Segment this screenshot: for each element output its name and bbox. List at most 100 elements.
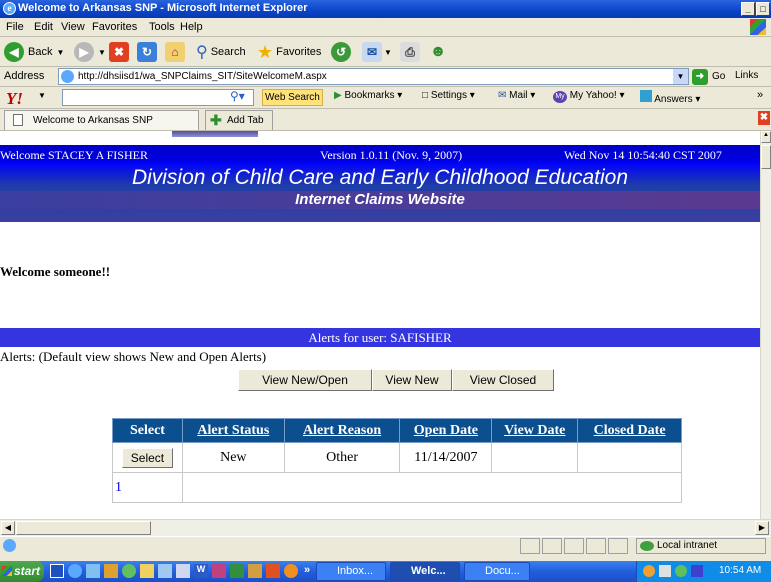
menu-favorites[interactable]: Favorites xyxy=(92,21,137,33)
col-alert-status[interactable]: Alert Status xyxy=(181,418,285,443)
minimize-button[interactable]: _ xyxy=(741,2,755,16)
view-new-open-button[interactable]: View New/Open xyxy=(238,369,372,391)
answers-menu[interactable]: Answers ▾ xyxy=(640,90,700,105)
view-closed-button[interactable]: View Closed xyxy=(452,369,554,391)
sort-alert-reason-link[interactable]: Alert Reason xyxy=(303,423,381,438)
go-button[interactable]: ➜ Go xyxy=(692,68,725,85)
window-titlebar[interactable]: e Welcome to Arkansas SNP - Microsoft In… xyxy=(0,0,771,18)
start-button[interactable]: start xyxy=(0,561,44,582)
task-document[interactable]: Docu... xyxy=(464,562,530,581)
forward-button[interactable]: ▶ ▼ xyxy=(74,41,106,63)
excel-icon[interactable] xyxy=(230,564,244,578)
scroll-up-icon[interactable]: ▲ xyxy=(761,131,771,143)
scroll-right-icon[interactable]: ▶ xyxy=(755,521,769,535)
status-pane xyxy=(564,538,584,554)
search-icon[interactable]: ⚲▾ xyxy=(230,89,245,103)
messenger-button[interactable]: ☻ xyxy=(428,41,448,63)
col-open-date[interactable]: Open Date xyxy=(399,418,493,443)
address-input[interactable]: http://dhsiisd1/wa_SNPClaims_SIT/SiteWel… xyxy=(58,68,689,85)
back-button[interactable]: ◀ Back ▼ xyxy=(4,41,64,63)
sort-open-date-link[interactable]: Open Date xyxy=(414,423,478,438)
windows-flag-icon xyxy=(750,19,766,35)
outlook-icon[interactable] xyxy=(284,564,298,578)
print-button[interactable]: ⎙ xyxy=(400,41,420,63)
folder-icon[interactable] xyxy=(140,564,154,578)
tab-active[interactable]: Welcome to Arkansas SNP xyxy=(4,110,199,130)
app-icon[interactable] xyxy=(158,564,172,578)
datetime-text: Wed Nov 14 10:54:40 CST 2007 xyxy=(564,148,722,162)
my-yahoo-menu[interactable]: My My Yahoo! ▾ xyxy=(553,90,624,103)
menu-tools[interactable]: Tools xyxy=(149,21,175,33)
col-closed-date[interactable]: Closed Date xyxy=(577,418,682,443)
menu-edit[interactable]: Edit xyxy=(34,21,53,33)
settings-menu[interactable]: □ Settings ▾ xyxy=(422,90,475,101)
app-icon[interactable] xyxy=(248,564,262,578)
refresh-button[interactable]: ↻ xyxy=(137,41,157,63)
chevron-down-icon[interactable]: ▼ xyxy=(38,91,46,100)
col-alert-reason[interactable]: Alert Reason xyxy=(283,418,401,443)
desktop-icon[interactable] xyxy=(50,564,64,578)
page-icon xyxy=(61,70,74,83)
sort-closed-date-link[interactable]: Closed Date xyxy=(594,423,666,438)
view-date-cell xyxy=(491,442,579,473)
sort-view-date-link[interactable]: View Date xyxy=(504,423,565,438)
tray-icon[interactable] xyxy=(675,565,687,577)
more-chevron-icon[interactable]: » xyxy=(304,564,310,576)
open-date-cell: 11/14/2007 xyxy=(399,442,493,473)
tray-icon[interactable] xyxy=(643,565,655,577)
menu-file[interactable]: File xyxy=(6,21,24,33)
stop-icon: ✖ xyxy=(109,42,129,62)
more-chevron-icon[interactable]: » xyxy=(757,89,763,101)
yahoo-toolbar: Y! ▼ ⚲▾ Web Search ▶ Bookmarks ▾ □ Setti… xyxy=(0,87,771,109)
table-header-row: Select Alert Status Alert Reason Open Da… xyxy=(112,418,682,443)
page-1-link[interactable]: 1 xyxy=(115,480,122,495)
app-icon[interactable] xyxy=(122,564,136,578)
word-icon[interactable]: W xyxy=(194,564,208,578)
horizontal-scroll-thumb[interactable] xyxy=(16,521,151,535)
links-label[interactable]: Links xyxy=(735,70,758,81)
ie-icon[interactable] xyxy=(68,564,82,578)
mail-menu[interactable]: ✉ Mail ▾ xyxy=(498,90,535,101)
view-new-button[interactable]: View New xyxy=(372,369,452,391)
app-icon[interactable] xyxy=(176,564,190,578)
vertical-scrollbar[interactable]: ▲ xyxy=(760,131,771,519)
plus-icon: ✚ xyxy=(210,112,222,128)
address-dropdown-icon[interactable]: ▼ xyxy=(673,69,688,84)
tray-icon[interactable] xyxy=(691,565,703,577)
tray-icon[interactable] xyxy=(659,565,671,577)
scroll-left-icon[interactable]: ◀ xyxy=(1,521,15,535)
app-icon[interactable] xyxy=(104,564,118,578)
sort-alert-status-link[interactable]: Alert Status xyxy=(197,423,269,438)
site-subtitle: Internet Claims Website xyxy=(0,191,760,209)
col-view-date[interactable]: View Date xyxy=(491,418,579,443)
address-bar: Address http://dhsiisd1/wa_SNPClaims_SIT… xyxy=(0,67,771,87)
answers-icon xyxy=(640,90,652,102)
vertical-scroll-thumb[interactable] xyxy=(761,145,771,169)
yahoo-search-input[interactable] xyxy=(62,89,254,106)
row-select-button[interactable]: Select xyxy=(121,447,174,468)
app-icon[interactable] xyxy=(86,564,100,578)
favorites-button[interactable]: ★ Favorites xyxy=(257,41,321,63)
app-icon[interactable] xyxy=(212,564,226,578)
chevron-down-icon: ▼ xyxy=(384,47,392,57)
add-tab-button[interactable]: ✚ Add Tab xyxy=(205,110,273,130)
yahoo-logo[interactable]: Y! xyxy=(6,89,23,109)
menu-help[interactable]: Help xyxy=(180,21,203,33)
clock: 10:54 AM xyxy=(719,565,762,576)
task-inbox[interactable]: Inbox... xyxy=(316,562,386,581)
mail-button[interactable]: ✉ ▼ xyxy=(362,41,392,63)
pager-empty-cell xyxy=(181,472,683,503)
maximize-button[interactable]: □ xyxy=(756,2,770,16)
stop-button[interactable]: ✖ xyxy=(109,41,129,63)
horizontal-scrollbar[interactable]: ◀ ▶ xyxy=(0,519,771,536)
home-button[interactable]: ⌂ xyxy=(165,41,185,63)
menu-view[interactable]: View xyxy=(61,21,85,33)
history-button[interactable]: ↺ xyxy=(331,41,351,63)
web-search-button[interactable]: Web Search xyxy=(262,89,323,106)
search-button[interactable]: ⚲ Search xyxy=(196,41,246,63)
mail-icon: ✉ xyxy=(362,42,382,62)
close-tab-icon[interactable]: ✖ xyxy=(758,111,770,125)
app-icon[interactable] xyxy=(266,564,280,578)
bookmarks-menu[interactable]: ▶ Bookmarks ▾ xyxy=(334,90,402,101)
task-welcome[interactable]: Welc... xyxy=(390,562,460,581)
